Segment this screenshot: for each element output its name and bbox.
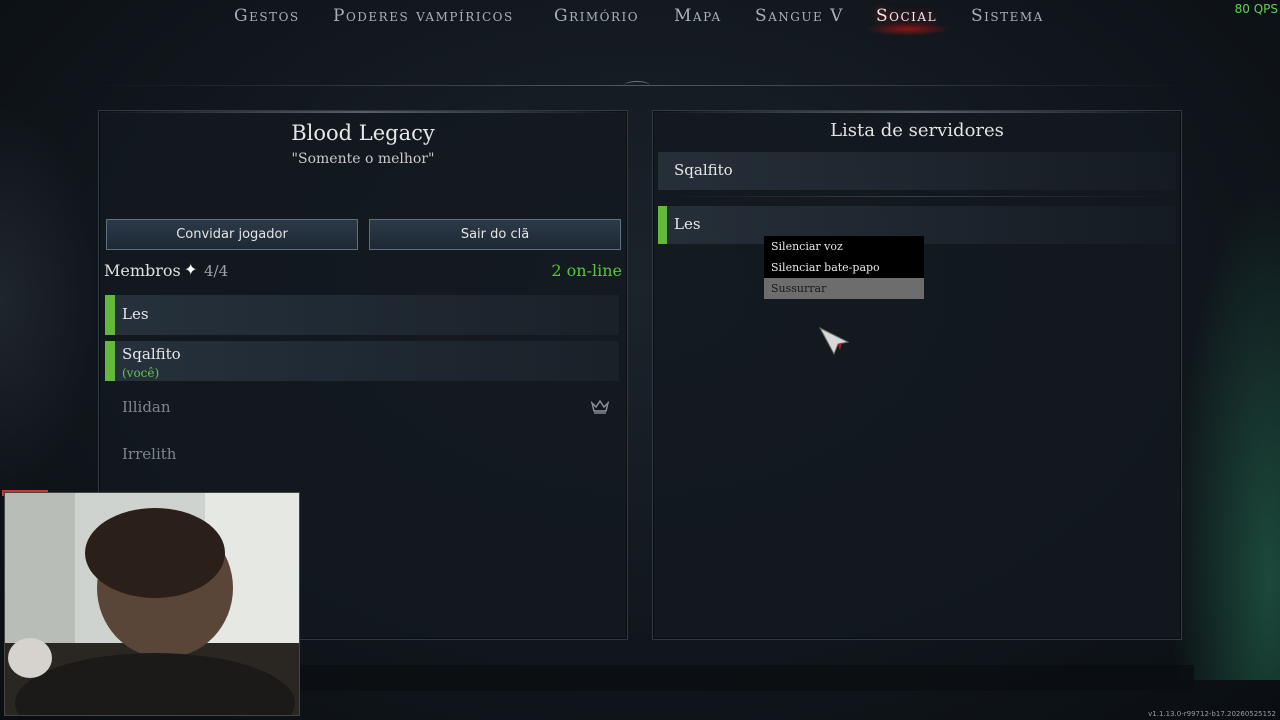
invite-player-button[interactable]: Convidar jogador — [106, 219, 358, 250]
members-count: 4/4 — [204, 262, 229, 280]
online-indicator — [658, 206, 667, 244]
leave-clan-button[interactable]: Sair do clã — [369, 219, 621, 250]
bottom-strip — [300, 665, 1194, 691]
mute-voice-menu-item[interactable]: Silenciar voz — [764, 236, 924, 257]
tab-social[interactable]: Social — [876, 6, 937, 26]
member-row-irrelith[interactable]: Irrelith — [105, 435, 619, 475]
server-list-title: Lista de servidores — [830, 120, 1004, 141]
member-name: Illidan — [122, 398, 171, 416]
player-name: Les — [674, 215, 701, 233]
player-context-menu: Silenciar voz Silenciar bate-papo Sussur… — [764, 236, 924, 299]
whisper-menu-item[interactable]: Sussurrar — [764, 278, 924, 299]
you-label: (você) — [122, 366, 160, 380]
server-list-divider — [658, 196, 1176, 197]
star-icon: ✦ — [184, 260, 198, 279]
member-row-illidan[interactable]: Illidan — [105, 388, 619, 428]
clan-motto: "Somente o melhor" — [291, 151, 435, 167]
background-glow-left — [0, 100, 100, 500]
tab-grimorio[interactable]: Grimório — [554, 6, 639, 26]
member-name: Sqalfito — [122, 345, 181, 363]
top-navigation: Gestos Poderes vampíricos Grimório Mapa … — [0, 0, 1280, 36]
version-label: v1.1.13.0-r99712-b17.20260525152 — [1148, 710, 1276, 718]
server-list-panel: Lista de servidores Sqalfito Les — [652, 110, 1182, 640]
members-label: Membros — [104, 261, 181, 280]
server-player-row-sqalfito[interactable]: Sqalfito — [658, 152, 1176, 190]
member-row-sqalfito[interactable]: Sqalfito (você) — [105, 341, 619, 381]
player-name: Sqalfito — [674, 161, 733, 179]
webcam-overlay — [4, 492, 300, 716]
divider-ornament — [624, 81, 650, 90]
tab-gestos[interactable]: Gestos — [234, 6, 300, 26]
crown-icon — [591, 400, 609, 414]
member-name: Les — [122, 305, 149, 323]
fps-counter: 80 QPS — [1234, 2, 1278, 16]
tab-sangue-v[interactable]: Sangue V — [755, 6, 844, 26]
webcam-image — [5, 493, 299, 715]
online-count: 2 on-line — [551, 261, 622, 280]
background-glow-right — [1170, 180, 1280, 680]
tab-mapa[interactable]: Mapa — [674, 6, 722, 26]
online-indicator — [105, 295, 115, 335]
member-name: Irrelith — [122, 445, 177, 463]
member-row-les[interactable]: Les — [105, 295, 619, 335]
arrow-cursor-icon — [818, 326, 850, 356]
tab-sistema[interactable]: Sistema — [971, 6, 1044, 26]
online-indicator — [105, 341, 115, 381]
tab-poderes-vampiricos[interactable]: Poderes vampíricos — [333, 6, 514, 26]
members-header: Membros ✦ 4/4 2 on-line — [104, 260, 622, 283]
clan-name: Blood Legacy — [291, 121, 435, 145]
mute-chat-menu-item[interactable]: Silenciar bate-papo — [764, 257, 924, 278]
